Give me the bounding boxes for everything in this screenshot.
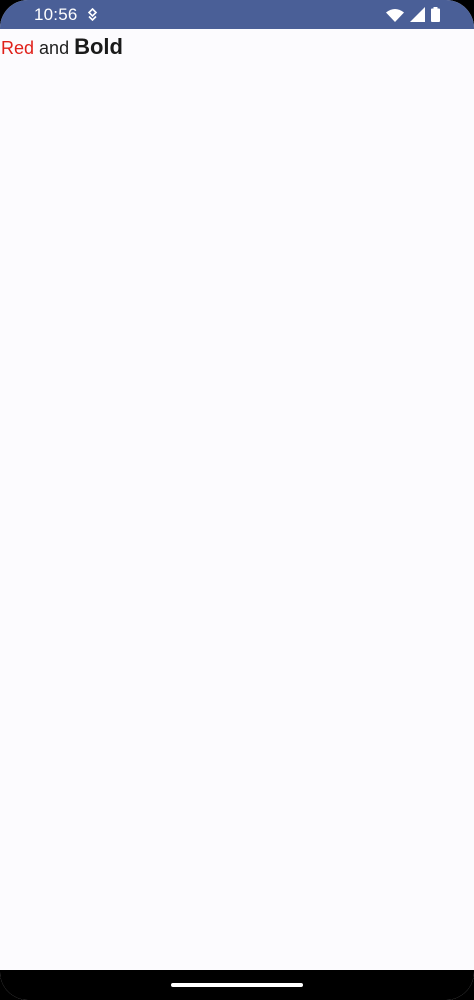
- status-time: 10:56: [34, 5, 78, 24]
- bold-text: Bold: [74, 34, 123, 59]
- navigation-bar: [0, 970, 474, 1000]
- cell-signal-icon: [410, 7, 425, 22]
- status-bar: 10:56: [0, 0, 474, 29]
- red-text: Red: [1, 38, 35, 58]
- phone-screen: 10:56 Red and Bold: [0, 0, 474, 1000]
- and-text: and: [39, 38, 70, 58]
- home-indicator[interactable]: [171, 983, 303, 987]
- main-content: Red and Bold: [0, 29, 474, 970]
- download-arrow-icon: [86, 7, 99, 22]
- status-icons: [386, 7, 440, 22]
- battery-icon: [431, 7, 440, 22]
- wifi-icon: [386, 8, 404, 22]
- styled-text-line: Red and Bold: [1, 35, 123, 60]
